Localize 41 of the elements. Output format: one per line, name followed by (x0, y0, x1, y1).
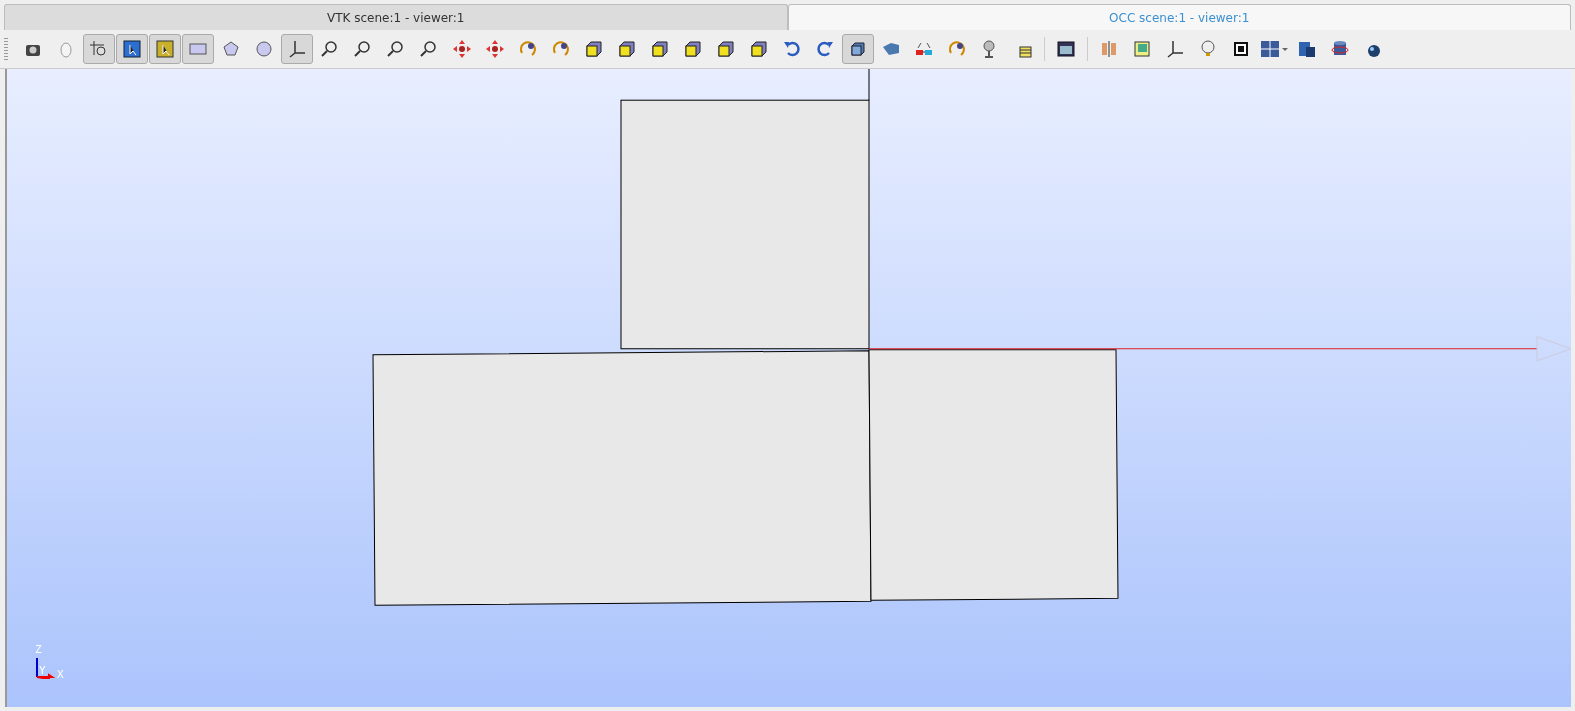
zoom-icon (419, 39, 439, 59)
rotate-icon (551, 39, 571, 59)
cube-icon (716, 39, 736, 59)
cube-icon (749, 39, 769, 59)
toolbar-grip[interactable] (4, 38, 8, 60)
axis-label: X (57, 669, 64, 680)
square-icon (1231, 39, 1251, 59)
viewer-tab[interactable]: OCC scene:1 - viewer:1 (787, 4, 1571, 30)
layout-icon (1260, 39, 1288, 59)
rotate-icon (947, 39, 967, 59)
glasses-icon (914, 42, 934, 56)
cube-icon (848, 39, 868, 59)
cube-icon (617, 39, 637, 59)
cube-icon (650, 39, 670, 59)
undo-icon (782, 39, 802, 59)
axes-icon (287, 39, 307, 59)
zoom-select-icon (89, 39, 109, 59)
zoom-icon (386, 39, 406, 59)
pan-icon (452, 39, 472, 59)
panels-icon (1297, 39, 1317, 59)
axis-label: Z (35, 644, 42, 655)
axis-line (868, 69, 870, 101)
toolbar-button[interactable] (842, 34, 874, 64)
toolbar-button[interactable] (116, 34, 148, 64)
cube-icon (683, 39, 703, 59)
split-icon (1099, 39, 1119, 59)
arrow-head-drawing (1536, 336, 1571, 362)
circle-icon (254, 39, 274, 59)
axes-icon (1165, 39, 1185, 59)
pentagon-icon (221, 39, 241, 59)
redo-icon (815, 39, 835, 59)
viewer-tab[interactable]: VTK scene:1 - viewer:1 (4, 4, 788, 30)
window-icon (1056, 39, 1076, 59)
cube-icon (584, 39, 604, 59)
bulb-icon (1198, 39, 1218, 59)
zoom-icon (353, 39, 373, 59)
rotate-icon (518, 39, 538, 59)
3d-viewport[interactable]: Z Y X (5, 69, 1571, 707)
axis-label: Y (39, 665, 46, 676)
zoom-icon (320, 39, 340, 59)
pan-icon (485, 39, 505, 59)
